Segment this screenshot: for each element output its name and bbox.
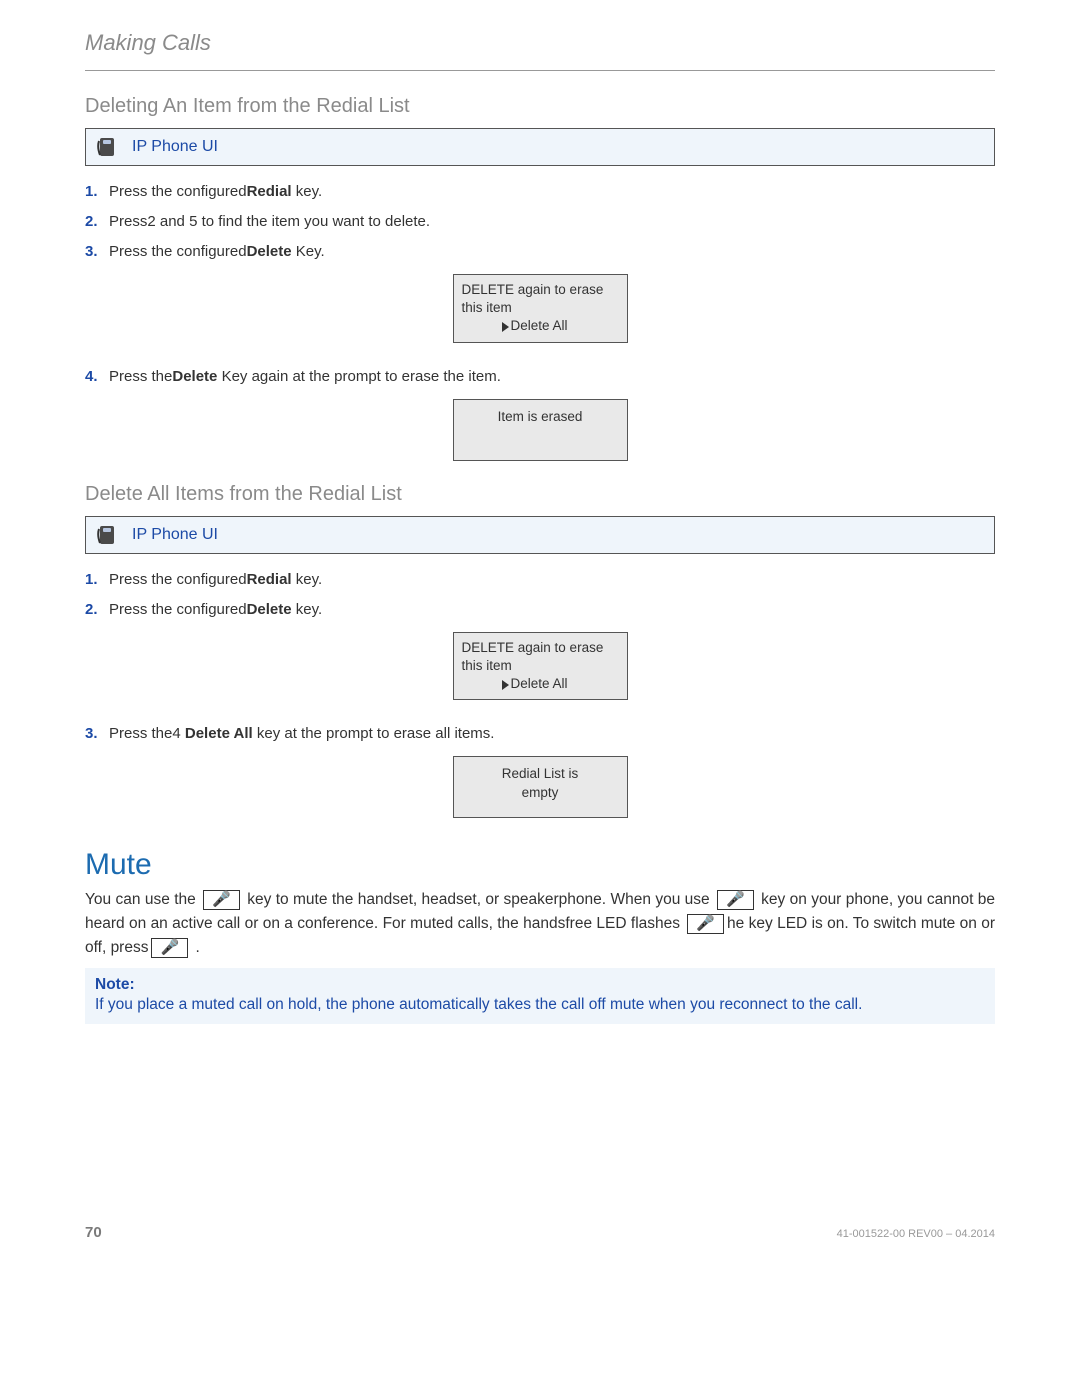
- page-footer: 70 41-001522-00 REV00 – 04.2014: [85, 1224, 995, 1241]
- mute-paragraph: You can use the 🎤 key to mute the handse…: [85, 888, 995, 960]
- ip-phone-ui-box: IP Phone UI: [85, 128, 995, 166]
- triangle-right-icon: [502, 322, 509, 332]
- mute-heading: Mute: [85, 848, 995, 882]
- lcd-line: empty: [522, 784, 559, 802]
- step-text: Key.: [292, 243, 325, 260]
- step-bold: Delete: [172, 368, 217, 385]
- step: 3. Press the4 Delete All key at the prom…: [85, 722, 995, 746]
- mute-text: You can use the: [85, 891, 200, 908]
- step-text: Press the configured: [109, 601, 247, 618]
- mute-key-icon: 🎤: [687, 914, 724, 934]
- lcd-display: Redial List is empty: [453, 756, 628, 818]
- section-heading-delete-item: Deleting An Item from the Redial List: [85, 95, 995, 118]
- steps-delete-all-cont: 3. Press the4 Delete All key at the prom…: [85, 722, 995, 746]
- step: 3. Press the configuredDelete Key.: [85, 240, 995, 264]
- section-heading-delete-all: Delete All Items from the Redial List: [85, 483, 995, 506]
- step-text: key at the prompt to erase all items.: [253, 725, 495, 742]
- step-bold: Redial: [247, 571, 292, 588]
- document-id: 41-001522-00 REV00 – 04.2014: [837, 1228, 995, 1240]
- step-text: to find the item you want to delete.: [197, 213, 430, 230]
- mute-key-icon: 🎤: [203, 890, 240, 910]
- note-label: Note:: [95, 976, 985, 994]
- step-number: 2.: [85, 598, 98, 622]
- lcd-line: Delete All: [462, 317, 619, 335]
- step-bold: Delete: [247, 601, 292, 618]
- phone-icon: [96, 523, 120, 547]
- microphone-icon: 🎤: [160, 939, 179, 956]
- microphone-icon: 🎤: [726, 891, 745, 908]
- lcd-display-wrap: DELETE again to erase this item Delete A…: [85, 274, 995, 343]
- lcd-line: DELETE again to erase this item: [462, 639, 619, 675]
- step-text: Press: [109, 213, 147, 230]
- ip-phone-ui-label: IP Phone UI: [132, 526, 218, 544]
- step-text: Press the configured: [109, 183, 247, 200]
- lcd-display-wrap: Redial List is empty: [85, 756, 995, 818]
- note-box: Note: If you place a muted call on hold,…: [85, 968, 995, 1024]
- chapter-title: Making Calls: [85, 30, 995, 56]
- step-text: key.: [292, 601, 323, 618]
- step: 4. Press theDelete Key again at the prom…: [85, 365, 995, 389]
- step: 2. Press2 and 5 to find the item you wan…: [85, 210, 995, 234]
- lcd-line: Delete All: [462, 675, 619, 693]
- chapter-rule: [85, 70, 995, 71]
- lcd-display: DELETE again to erase this item Delete A…: [453, 274, 628, 343]
- step-number: 3.: [85, 722, 98, 746]
- lcd-display: Item is erased: [453, 399, 628, 461]
- microphone-icon: 🎤: [696, 915, 715, 932]
- ip-phone-ui-box: IP Phone UI: [85, 516, 995, 554]
- step-text: Press the configured: [109, 571, 247, 588]
- step-text: Press the: [109, 368, 172, 385]
- microphone-icon: 🎤: [212, 891, 231, 908]
- step-number: 2.: [85, 210, 98, 234]
- step-text: key.: [292, 571, 323, 588]
- step-number: 1.: [85, 568, 98, 592]
- lcd-line: Redial List is: [502, 765, 579, 783]
- steps-delete-item-cont: 4. Press theDelete Key again at the prom…: [85, 365, 995, 389]
- lcd-line: DELETE again to erase this item: [462, 281, 619, 317]
- step-text: key.: [292, 183, 323, 200]
- step-number: 3.: [85, 240, 98, 264]
- triangle-right-icon: [502, 680, 509, 690]
- phone-icon: [96, 135, 120, 159]
- step-bold: Delete: [247, 243, 292, 260]
- step-text: and: [156, 213, 189, 230]
- key-ref: 2: [147, 213, 155, 230]
- step-text: Key again at the prompt to erase the ite…: [217, 368, 501, 385]
- step: 1. Press the configuredRedial key.: [85, 180, 995, 204]
- mute-key-icon: 🎤: [151, 938, 188, 958]
- step: 2. Press the configuredDelete key.: [85, 598, 995, 622]
- step: 1. Press the configuredRedial key.: [85, 568, 995, 592]
- mute-text: .: [191, 939, 200, 956]
- note-text: If you place a muted call on hold, the p…: [95, 996, 985, 1014]
- page-number: 70: [85, 1224, 102, 1241]
- ip-phone-ui-label: IP Phone UI: [132, 138, 218, 156]
- step-text: Press the: [109, 725, 172, 742]
- lcd-display-wrap: DELETE again to erase this item Delete A…: [85, 632, 995, 701]
- step-number: 1.: [85, 180, 98, 204]
- key-ref: 4: [172, 725, 180, 742]
- step-bold: Redial: [247, 183, 292, 200]
- step-bold: Delete All: [181, 725, 253, 742]
- lcd-line: Item is erased: [498, 408, 583, 426]
- step-number: 4.: [85, 365, 98, 389]
- steps-delete-all: 1. Press the configuredRedial key. 2. Pr…: [85, 568, 995, 622]
- step-text: Press the configured: [109, 243, 247, 260]
- lcd-display: DELETE again to erase this item Delete A…: [453, 632, 628, 701]
- mute-text: key to mute the handset, headset, or spe…: [243, 891, 714, 908]
- lcd-display-wrap: Item is erased: [85, 399, 995, 461]
- mute-key-icon: 🎤: [717, 890, 754, 910]
- steps-delete-item: 1. Press the configuredRedial key. 2. Pr…: [85, 180, 995, 264]
